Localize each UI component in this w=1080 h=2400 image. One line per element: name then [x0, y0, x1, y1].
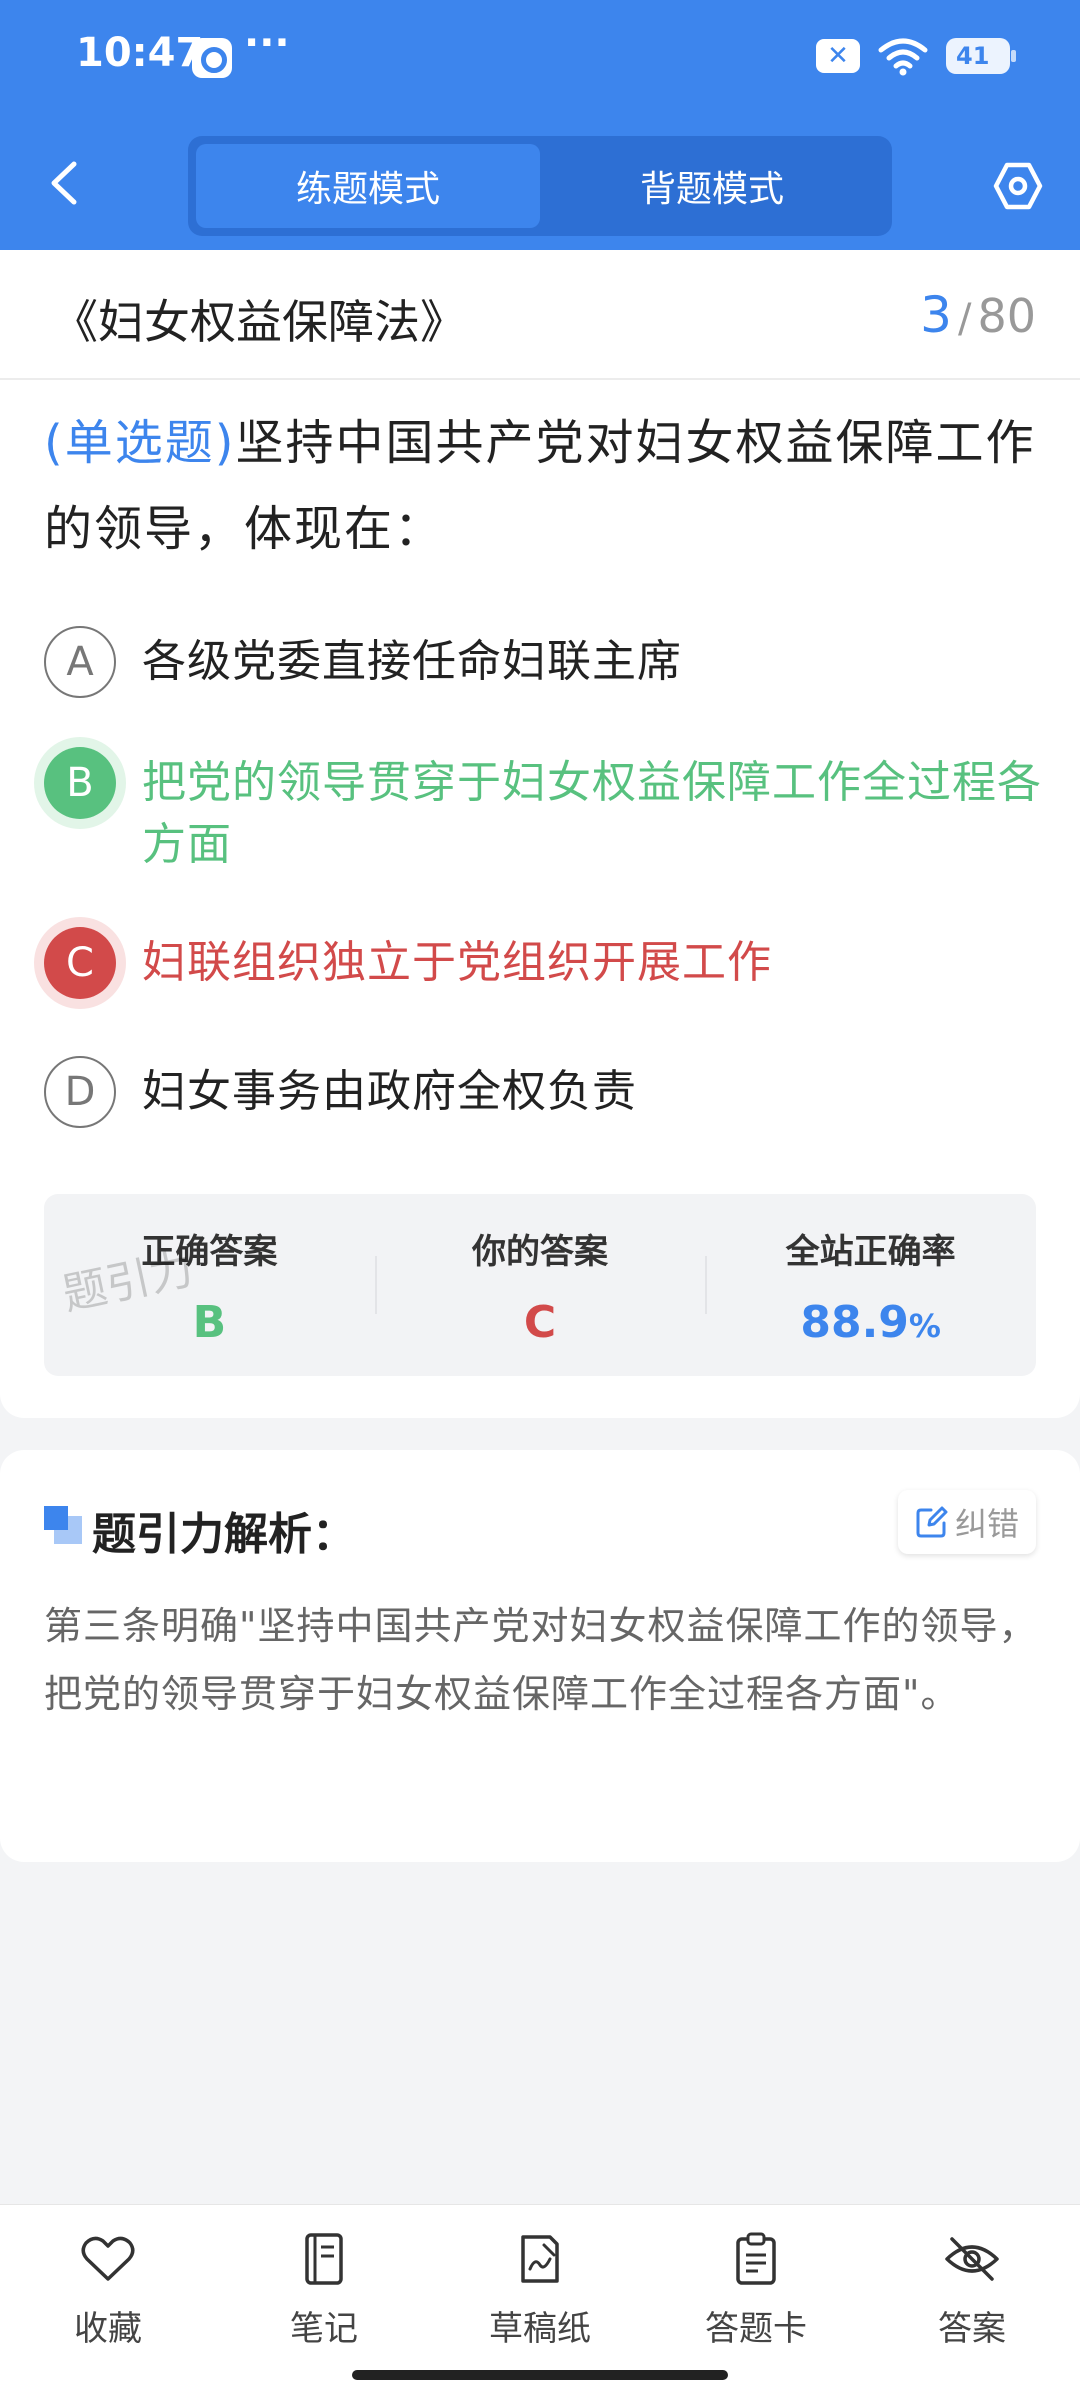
app-notification-icon: [192, 38, 232, 78]
report-error-label: 纠错: [954, 1505, 1019, 1543]
stat-label: 你的答案: [472, 1232, 608, 1272]
mode-switch: 练题模式 背题模式: [188, 136, 892, 236]
option-d[interactable]: D 妇女事务由政府全权负责: [44, 1056, 1044, 1128]
heart-icon: [81, 2236, 135, 2281]
tab-practice-mode[interactable]: 练题模式: [196, 144, 540, 228]
option-text: 各级党委直接任命妇联主席: [142, 636, 682, 687]
stat-value: 88.9%: [800, 1297, 941, 1348]
option-text: 妇女事务由政府全权负责: [142, 1066, 637, 1117]
nav-label: 草稿纸: [489, 2309, 591, 2349]
stat-label: 全站正确率: [785, 1232, 956, 1272]
nav-show-answer[interactable]: 答案: [864, 2205, 1080, 2400]
total-question-count: 80: [977, 289, 1036, 343]
option-text: 妇联组织独立于党组织开展工作: [142, 937, 772, 988]
question-title-row: 《妇女权益保障法》 3/80: [0, 250, 1080, 380]
no-sim-icon: ✕: [816, 39, 860, 73]
tab-memorize-mode[interactable]: 背题模式: [540, 144, 884, 228]
nav-label: 答案: [938, 2309, 1006, 2349]
app-header: 10:47 ··· ✕ 41 练题模式 背题模式: [0, 0, 1080, 250]
notebook-icon: [305, 2233, 343, 2285]
option-text: 把党的领导贯穿于妇女权益保障工作全过程各方面: [142, 757, 1042, 870]
stat-value: B: [192, 1297, 227, 1348]
option-letter: C: [44, 927, 116, 999]
question-stem: (单选题)坚持中国共产党对妇女权益保障工作的领导，体现在：: [44, 400, 1044, 572]
question-progress[interactable]: 3/80: [920, 286, 1036, 344]
analysis-card: 题引力解析： 纠错 第三条明确"坚持中国共产党对妇女权益保障工作的领导，把党的领…: [0, 1450, 1080, 1862]
home-indicator[interactable]: [352, 2370, 728, 2380]
battery-icon: 41: [946, 38, 1016, 74]
question-type: (单选题): [44, 415, 236, 471]
nav-label: 笔记: [290, 2309, 358, 2349]
option-c[interactable]: C 妇联组织独立于党组织开展工作: [44, 927, 1044, 999]
analysis-icon: [44, 1506, 82, 1544]
stat-site-accuracy: 全站正确率 88.9%: [705, 1194, 1036, 1376]
nav-favorite[interactable]: 收藏: [0, 2205, 216, 2400]
stat-your-answer: 你的答案 C: [374, 1194, 706, 1376]
analysis-text: 第三条明确"坚持中国共产党对妇女权益保障工作的领导，把党的领导贯穿于妇女权益保障…: [44, 1604, 1038, 1716]
eye-off-icon: [945, 2237, 999, 2281]
option-a[interactable]: A 各级党委直接任命妇联主席: [44, 626, 1044, 698]
battery-level: 41: [956, 42, 990, 70]
nav-label: 收藏: [74, 2309, 142, 2349]
option-letter: D: [44, 1056, 116, 1128]
status-time: 10:47: [76, 30, 204, 76]
back-arrow-icon[interactable]: [44, 158, 84, 208]
stat-value: C: [523, 1297, 557, 1348]
option-letter: B: [44, 747, 116, 819]
question-card: 《妇女权益保障法》 3/80 (单选题)坚持中国共产党对妇女权益保障工作的领导，…: [0, 250, 1080, 1418]
accuracy-number: 88.9: [800, 1297, 909, 1348]
status-bar: 10:47 ··· ✕ 41: [0, 0, 1080, 120]
option-letter: A: [44, 626, 116, 698]
current-question-number: 3: [920, 286, 952, 344]
status-icons: ✕ 41: [816, 36, 1016, 76]
wifi-icon: [878, 38, 928, 76]
more-notifications-icon: ···: [244, 20, 290, 66]
edit-icon: [916, 1506, 948, 1538]
analysis-title: 题引力解析：: [92, 1509, 356, 1560]
report-error-button[interactable]: 纠错: [898, 1490, 1036, 1554]
answer-sheet-icon: [736, 2232, 776, 2285]
nav-label: 答题卡: [705, 2309, 807, 2349]
accuracy-unit: %: [908, 1307, 941, 1345]
option-b[interactable]: B 把党的领导贯穿于妇女权益保障工作全过程各方面: [44, 747, 1044, 876]
law-title: 《妇女权益保障法》: [52, 295, 466, 349]
draft-paper-icon: [521, 2235, 559, 2283]
settings-hexagon-icon[interactable]: [992, 160, 1044, 212]
